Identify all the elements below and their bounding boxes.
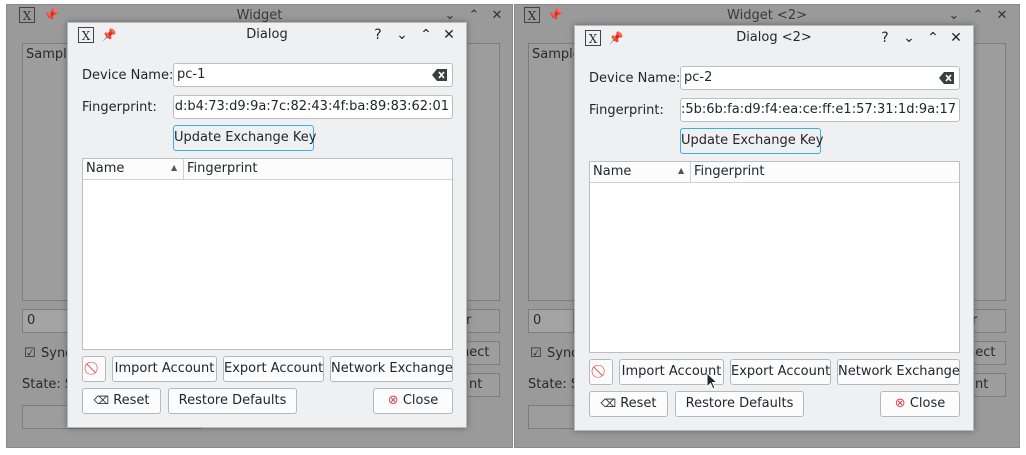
export-account-button[interactable]: Export Account xyxy=(223,356,324,382)
close-icon[interactable]: ✕ xyxy=(993,7,1011,25)
bg-button-3-label: nt xyxy=(469,377,483,392)
maximize-icon[interactable]: ⌃ xyxy=(924,29,942,47)
accounts-table[interactable]: Name ▲ Fingerprint xyxy=(82,158,453,350)
close-icon[interactable]: ✕ xyxy=(488,7,506,25)
close-circle-icon: ⊗ xyxy=(387,393,399,408)
device-name-field[interactable]: pc-2 xyxy=(680,66,960,90)
sync-checkbox[interactable]: ☑ xyxy=(530,346,542,361)
close-circle-icon: ⊗ xyxy=(894,396,906,411)
network-exchange-label: Network Exchange xyxy=(331,361,453,376)
sort-ascending-icon: ▲ xyxy=(678,166,685,175)
fingerprint-field[interactable]: 4:c2:5d:b4:73:d9:9a:7c:82:43:4f:ba:89:83… xyxy=(173,95,453,119)
accounts-table[interactable]: Name ▲ Fingerprint xyxy=(589,161,960,353)
reset-label: Reset xyxy=(620,396,657,411)
close-button[interactable]: ⊗ Close xyxy=(880,391,960,417)
spin-box[interactable]: 0 xyxy=(528,309,574,333)
fingerprint-value: e5:60:5b:6b:fa:d9:f4:ea:ce:ff:e1:57:31:1… xyxy=(680,102,956,117)
column-header-fingerprint[interactable]: Fingerprint xyxy=(187,161,258,176)
state-label: State: S xyxy=(22,377,74,392)
device-name-label: Device Name: xyxy=(82,68,174,83)
help-icon[interactable]: ? xyxy=(369,26,387,44)
bg-button-2[interactable]: nect xyxy=(461,341,500,365)
update-exchange-key-label: Update Exchange Key xyxy=(681,133,824,148)
reset-icon: ⌫ xyxy=(600,397,617,410)
bg-button-3-label: nt xyxy=(975,377,989,392)
restore-defaults-button[interactable]: Restore Defaults xyxy=(675,391,804,417)
window-title: Widget <2> xyxy=(727,8,807,23)
clear-text-icon[interactable] xyxy=(939,71,955,85)
spin-value: 0 xyxy=(533,313,542,328)
close-icon[interactable]: ✕ xyxy=(440,26,458,44)
fingerprint-label: Fingerprint: xyxy=(589,103,664,118)
table-header: Name ▲ Fingerprint xyxy=(83,159,452,180)
column-header-name[interactable]: Name xyxy=(86,161,124,176)
column-header-fingerprint[interactable]: Fingerprint xyxy=(694,164,765,179)
maximize-icon[interactable]: ⌃ xyxy=(969,7,987,25)
close-label: Close xyxy=(909,396,946,411)
close-label: Close xyxy=(402,393,439,408)
state-label: State: S xyxy=(528,377,580,392)
reset-icon: ⌫ xyxy=(93,394,110,407)
import-account-label: Import Account xyxy=(114,361,215,376)
dialog-window: X 📌 Dialog ? ⌄ ⌃ ✕ Device Name: pc-1 Fin… xyxy=(67,22,467,428)
update-exchange-key-label: Update Exchange Key xyxy=(174,130,317,145)
network-exchange-label: Network Exchange xyxy=(838,364,960,379)
reset-label: Reset xyxy=(113,393,150,408)
close-button[interactable]: ⊗ Close xyxy=(373,388,453,414)
restore-defaults-button[interactable]: Restore Defaults xyxy=(168,388,297,414)
update-exchange-key-button[interactable]: Update Exchange Key xyxy=(680,128,824,154)
export-account-button[interactable]: Export Account xyxy=(730,359,831,385)
device-name-field[interactable]: pc-1 xyxy=(173,63,453,87)
spin-box[interactable]: 0 xyxy=(22,309,68,333)
export-account-label: Export Account xyxy=(731,364,831,379)
fingerprint-field[interactable]: e5:60:5b:6b:fa:d9:f4:ea:ce:ff:e1:57:31:1… xyxy=(680,98,960,122)
import-account-button[interactable]: Import Account xyxy=(112,356,217,382)
device-name-value: pc-1 xyxy=(177,67,206,82)
window-title: Widget xyxy=(236,8,283,23)
remove-button[interactable]: ⃠ xyxy=(82,356,106,382)
restore-defaults-label: Restore Defaults xyxy=(178,393,287,408)
device-name-label: Device Name: xyxy=(589,71,681,86)
network-exchange-button[interactable]: Network Exchange xyxy=(837,359,960,385)
mouse-cursor-icon xyxy=(706,372,718,390)
title-bar: X 📌 Widget <2> ⌄ ⌃ ✕ xyxy=(515,5,1019,27)
bg-button-1[interactable]: r xyxy=(462,309,500,333)
maximize-icon[interactable]: ⌃ xyxy=(465,7,483,25)
bg-button-3[interactable]: nt xyxy=(462,373,500,397)
sort-ascending-icon: ▲ xyxy=(171,163,178,172)
reset-button[interactable]: ⌫ Reset xyxy=(82,388,161,414)
sync-checkbox[interactable]: ☑ xyxy=(24,346,36,361)
column-separator xyxy=(690,162,691,183)
remove-button[interactable]: ⃠ xyxy=(589,359,613,385)
dialog-title-bar: X 📌 Dialog <2> ? ⌄ ⌃ ✕ xyxy=(575,26,973,52)
minimize-icon[interactable]: ⌄ xyxy=(900,29,918,47)
network-exchange-button[interactable]: Network Exchange xyxy=(330,356,453,382)
restore-defaults-label: Restore Defaults xyxy=(685,396,794,411)
table-header: Name ▲ Fingerprint xyxy=(590,162,959,183)
reset-button[interactable]: ⌫ Reset xyxy=(589,391,668,417)
column-header-name[interactable]: Name xyxy=(593,164,631,179)
fingerprint-label: Fingerprint: xyxy=(82,100,157,115)
help-icon[interactable]: ? xyxy=(876,29,894,47)
minimize-icon[interactable]: ⌄ xyxy=(945,7,963,25)
close-icon[interactable]: ✕ xyxy=(947,29,965,47)
spin-value: 0 xyxy=(27,313,36,328)
dialog-window-2: X 📌 Dialog <2> ? ⌄ ⌃ ✕ Device Name: pc-2… xyxy=(574,25,974,431)
export-account-label: Export Account xyxy=(224,361,324,376)
maximize-icon[interactable]: ⌃ xyxy=(417,26,435,44)
column-separator xyxy=(183,159,184,180)
device-name-value: pc-2 xyxy=(684,70,713,85)
dialog-title-bar: X 📌 Dialog ? ⌄ ⌃ ✕ xyxy=(68,23,466,49)
update-exchange-key-button[interactable]: Update Exchange Key xyxy=(173,125,317,151)
minimize-icon[interactable]: ⌄ xyxy=(393,26,411,44)
fingerprint-value: 4:c2:5d:b4:73:d9:9a:7c:82:43:4f:ba:89:83… xyxy=(174,99,449,114)
clear-text-icon[interactable] xyxy=(432,68,448,82)
